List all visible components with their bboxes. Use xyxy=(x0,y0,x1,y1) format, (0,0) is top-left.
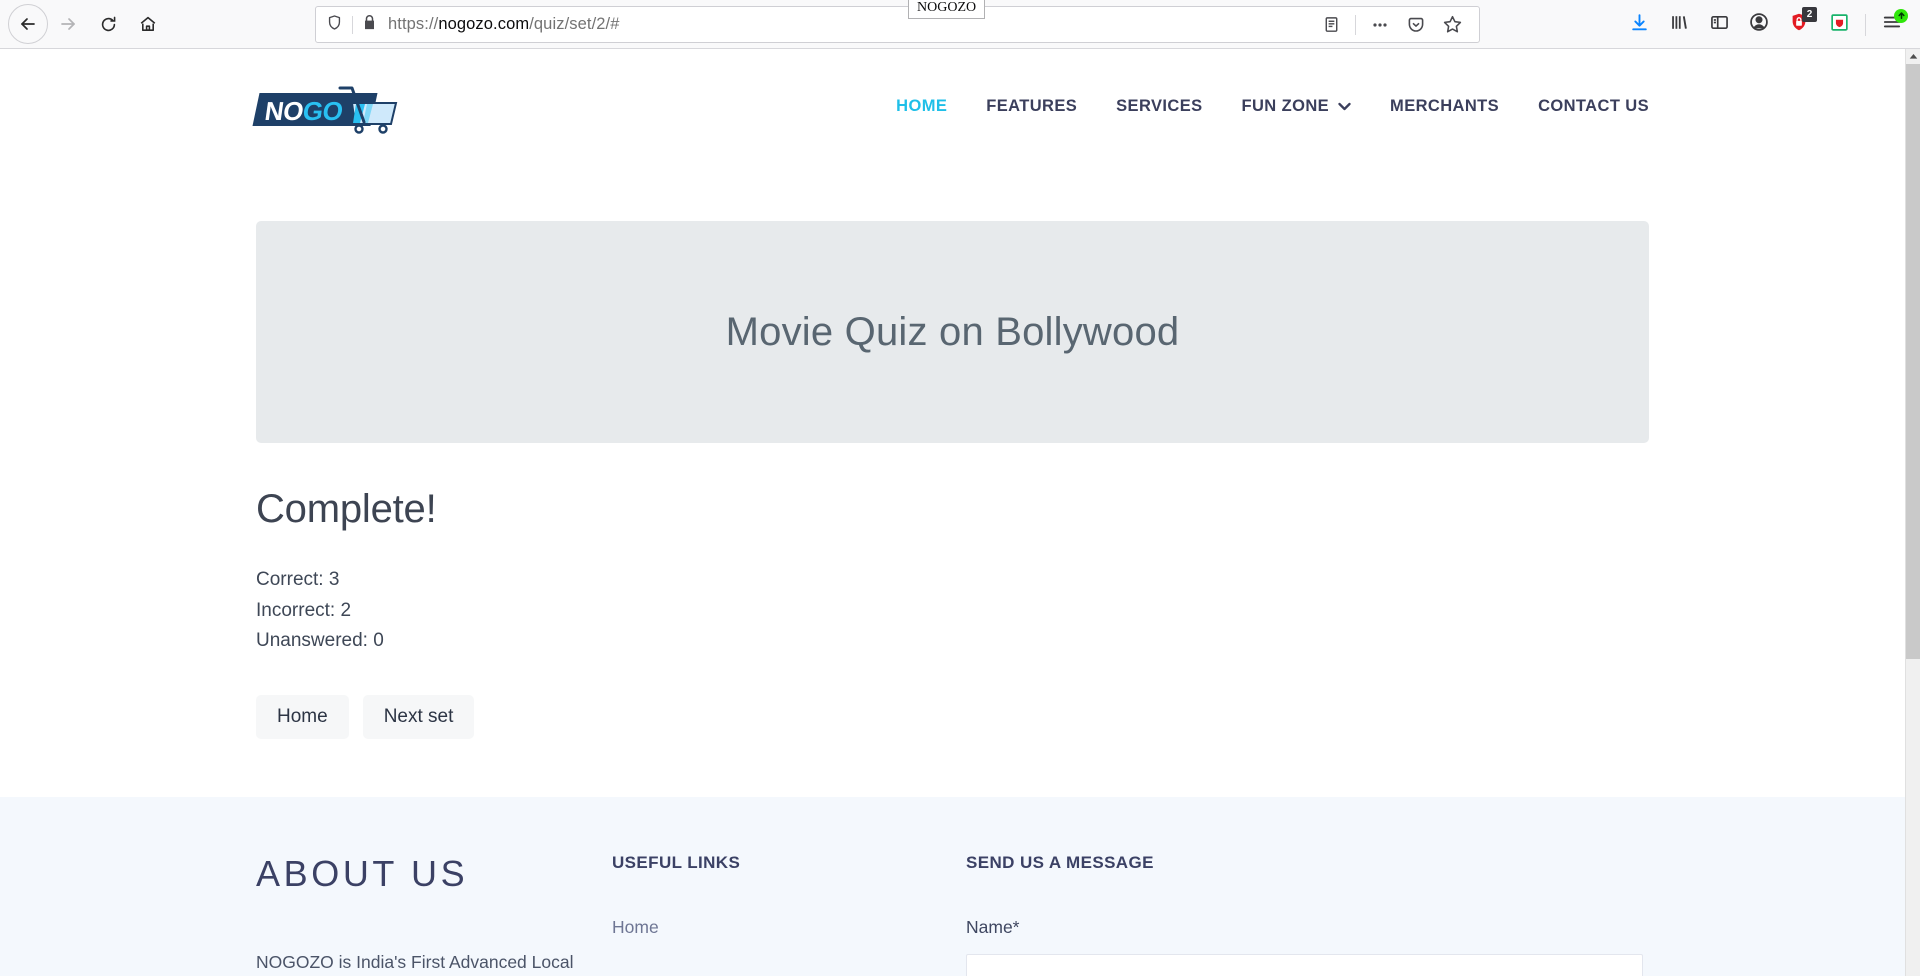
nav-item-home[interactable]: HOME xyxy=(896,97,947,116)
actions-separator xyxy=(1355,14,1356,35)
main-navigation: HOME FEATURES SERVICES FUN ZONE MERCHANT… xyxy=(896,97,1649,116)
next-set-button[interactable]: Next set xyxy=(362,694,475,739)
home-icon xyxy=(138,14,158,34)
footer-message-column: SEND US A MESSAGE Name* xyxy=(966,853,1649,976)
footer-about-column: ABOUT US NOGOZO is India's First Advance… xyxy=(256,853,612,976)
downloads-button[interactable] xyxy=(1619,5,1659,45)
extension-button[interactable] xyxy=(1819,5,1859,45)
home-button[interactable] xyxy=(128,4,168,44)
account-icon xyxy=(1748,11,1770,38)
footer-useful-links-heading: USEFUL LINKS xyxy=(612,852,741,872)
site-header: NOGO HOME FEATURES SERVICES FUN ZONE MER… xyxy=(0,49,1905,164)
page-viewport: NOGO HOME FEATURES SERVICES FUN ZONE MER… xyxy=(0,49,1905,976)
result-actions: Home Next set xyxy=(256,694,1649,739)
footer-link-home[interactable]: Home xyxy=(612,917,966,938)
update-badge-icon xyxy=(1894,8,1908,23)
site-footer: ABOUT US NOGOZO is India's First Advance… xyxy=(0,796,1905,976)
footer-useful-links-column: USEFUL LINKS Home Features xyxy=(612,853,966,976)
scrollbar-thumb[interactable] xyxy=(1906,64,1920,659)
sidebar-icon xyxy=(1709,12,1730,38)
lock-icon[interactable] xyxy=(362,14,377,36)
nav-item-services-label: SERVICES xyxy=(1116,97,1203,115)
address-bar-actions xyxy=(1314,9,1479,41)
tab-tooltip: NOGOZO xyxy=(908,0,986,19)
browser-toolbar: https://nogozo.com/quiz/set/2/# 2 NOGOZO xyxy=(0,0,1920,49)
address-bar-identity: https://nogozo.com/quiz/set/2/# xyxy=(316,14,620,36)
nav-item-home-label: HOME xyxy=(896,97,948,115)
home-button[interactable]: Home xyxy=(256,694,349,739)
library-button[interactable] xyxy=(1659,5,1699,45)
back-button[interactable] xyxy=(8,4,48,44)
footer-message-heading: SEND US A MESSAGE xyxy=(966,852,1154,872)
page-content: NOGO HOME FEATURES SERVICES FUN ZONE MER… xyxy=(0,49,1905,976)
scroll-up-button[interactable] xyxy=(1906,49,1920,64)
forward-button[interactable] xyxy=(48,4,88,44)
account-button[interactable] xyxy=(1739,5,1779,45)
sidebar-button[interactable] xyxy=(1699,5,1739,45)
nav-item-features[interactable]: FEATURES xyxy=(986,97,1077,116)
nav-item-services[interactable]: SERVICES xyxy=(1116,97,1202,116)
url-path: /quiz/set/2/# xyxy=(529,15,620,33)
shield-icon[interactable] xyxy=(326,14,343,36)
nav-item-features-label: FEATURES xyxy=(986,97,1078,115)
url-text: https://nogozo.com/quiz/set/2/# xyxy=(388,15,620,34)
nav-item-contact-us[interactable]: CONTACT US xyxy=(1538,97,1649,116)
forward-icon xyxy=(58,14,78,34)
reload-icon xyxy=(99,15,118,34)
reader-view-icon[interactable] xyxy=(1314,9,1348,41)
result-correct: Correct: 3 xyxy=(256,569,340,590)
library-icon xyxy=(1669,12,1690,38)
ellipsis-icon[interactable] xyxy=(1363,9,1397,41)
url-scheme: https:// xyxy=(388,15,439,33)
footer-about-heading: ABOUT US xyxy=(256,852,469,894)
browser-toolbar-right: 2 xyxy=(1619,0,1920,49)
name-input[interactable] xyxy=(966,953,1643,976)
nav-item-fun-zone-label: FUN ZONE xyxy=(1241,97,1330,115)
password-badge: 2 xyxy=(1802,6,1817,22)
quiz-result-panel: Complete! Correct: 3 Incorrect: 2 Unansw… xyxy=(0,443,1905,739)
back-icon xyxy=(18,14,38,34)
shopping-cart-icon xyxy=(330,83,408,135)
result-heading: Complete! xyxy=(256,487,437,531)
result-unanswered: Unanswered: 0 xyxy=(256,630,384,651)
page-scrollbar[interactable] xyxy=(1905,49,1920,976)
toolbar-separator xyxy=(1865,13,1866,36)
nav-item-contact-us-label: CONTACT US xyxy=(1538,97,1649,115)
footer-about-text: NOGOZO is India's First Advanced Local E… xyxy=(256,951,574,972)
site-logo[interactable]: NOGO xyxy=(252,79,408,135)
pocket-icon[interactable] xyxy=(1399,9,1433,41)
hero-banner: Movie Quiz on Bollywood xyxy=(256,221,1649,443)
download-icon xyxy=(1629,12,1650,38)
page-title: Movie Quiz on Bollywood xyxy=(725,309,1180,354)
logo-text-no: NO xyxy=(262,95,306,126)
identity-separator xyxy=(352,15,353,34)
reload-button[interactable] xyxy=(88,4,128,44)
nav-item-merchants-label: MERCHANTS xyxy=(1390,97,1500,115)
app-menu-button[interactable] xyxy=(1872,5,1912,45)
nav-item-fun-zone[interactable]: FUN ZONE xyxy=(1242,97,1352,116)
chevron-down-icon xyxy=(1338,97,1351,116)
address-bar[interactable]: https://nogozo.com/quiz/set/2/# xyxy=(315,6,1480,43)
star-icon[interactable] xyxy=(1435,9,1469,41)
extension-icon xyxy=(1829,12,1850,38)
navigation-buttons xyxy=(0,4,168,44)
url-host: nogozo.com xyxy=(438,15,530,33)
name-field-label: Name* xyxy=(966,916,1020,937)
result-incorrect: Incorrect: 2 xyxy=(256,599,352,621)
password-manager-button[interactable]: 2 xyxy=(1779,5,1819,45)
nav-item-merchants[interactable]: MERCHANTS xyxy=(1390,97,1499,116)
